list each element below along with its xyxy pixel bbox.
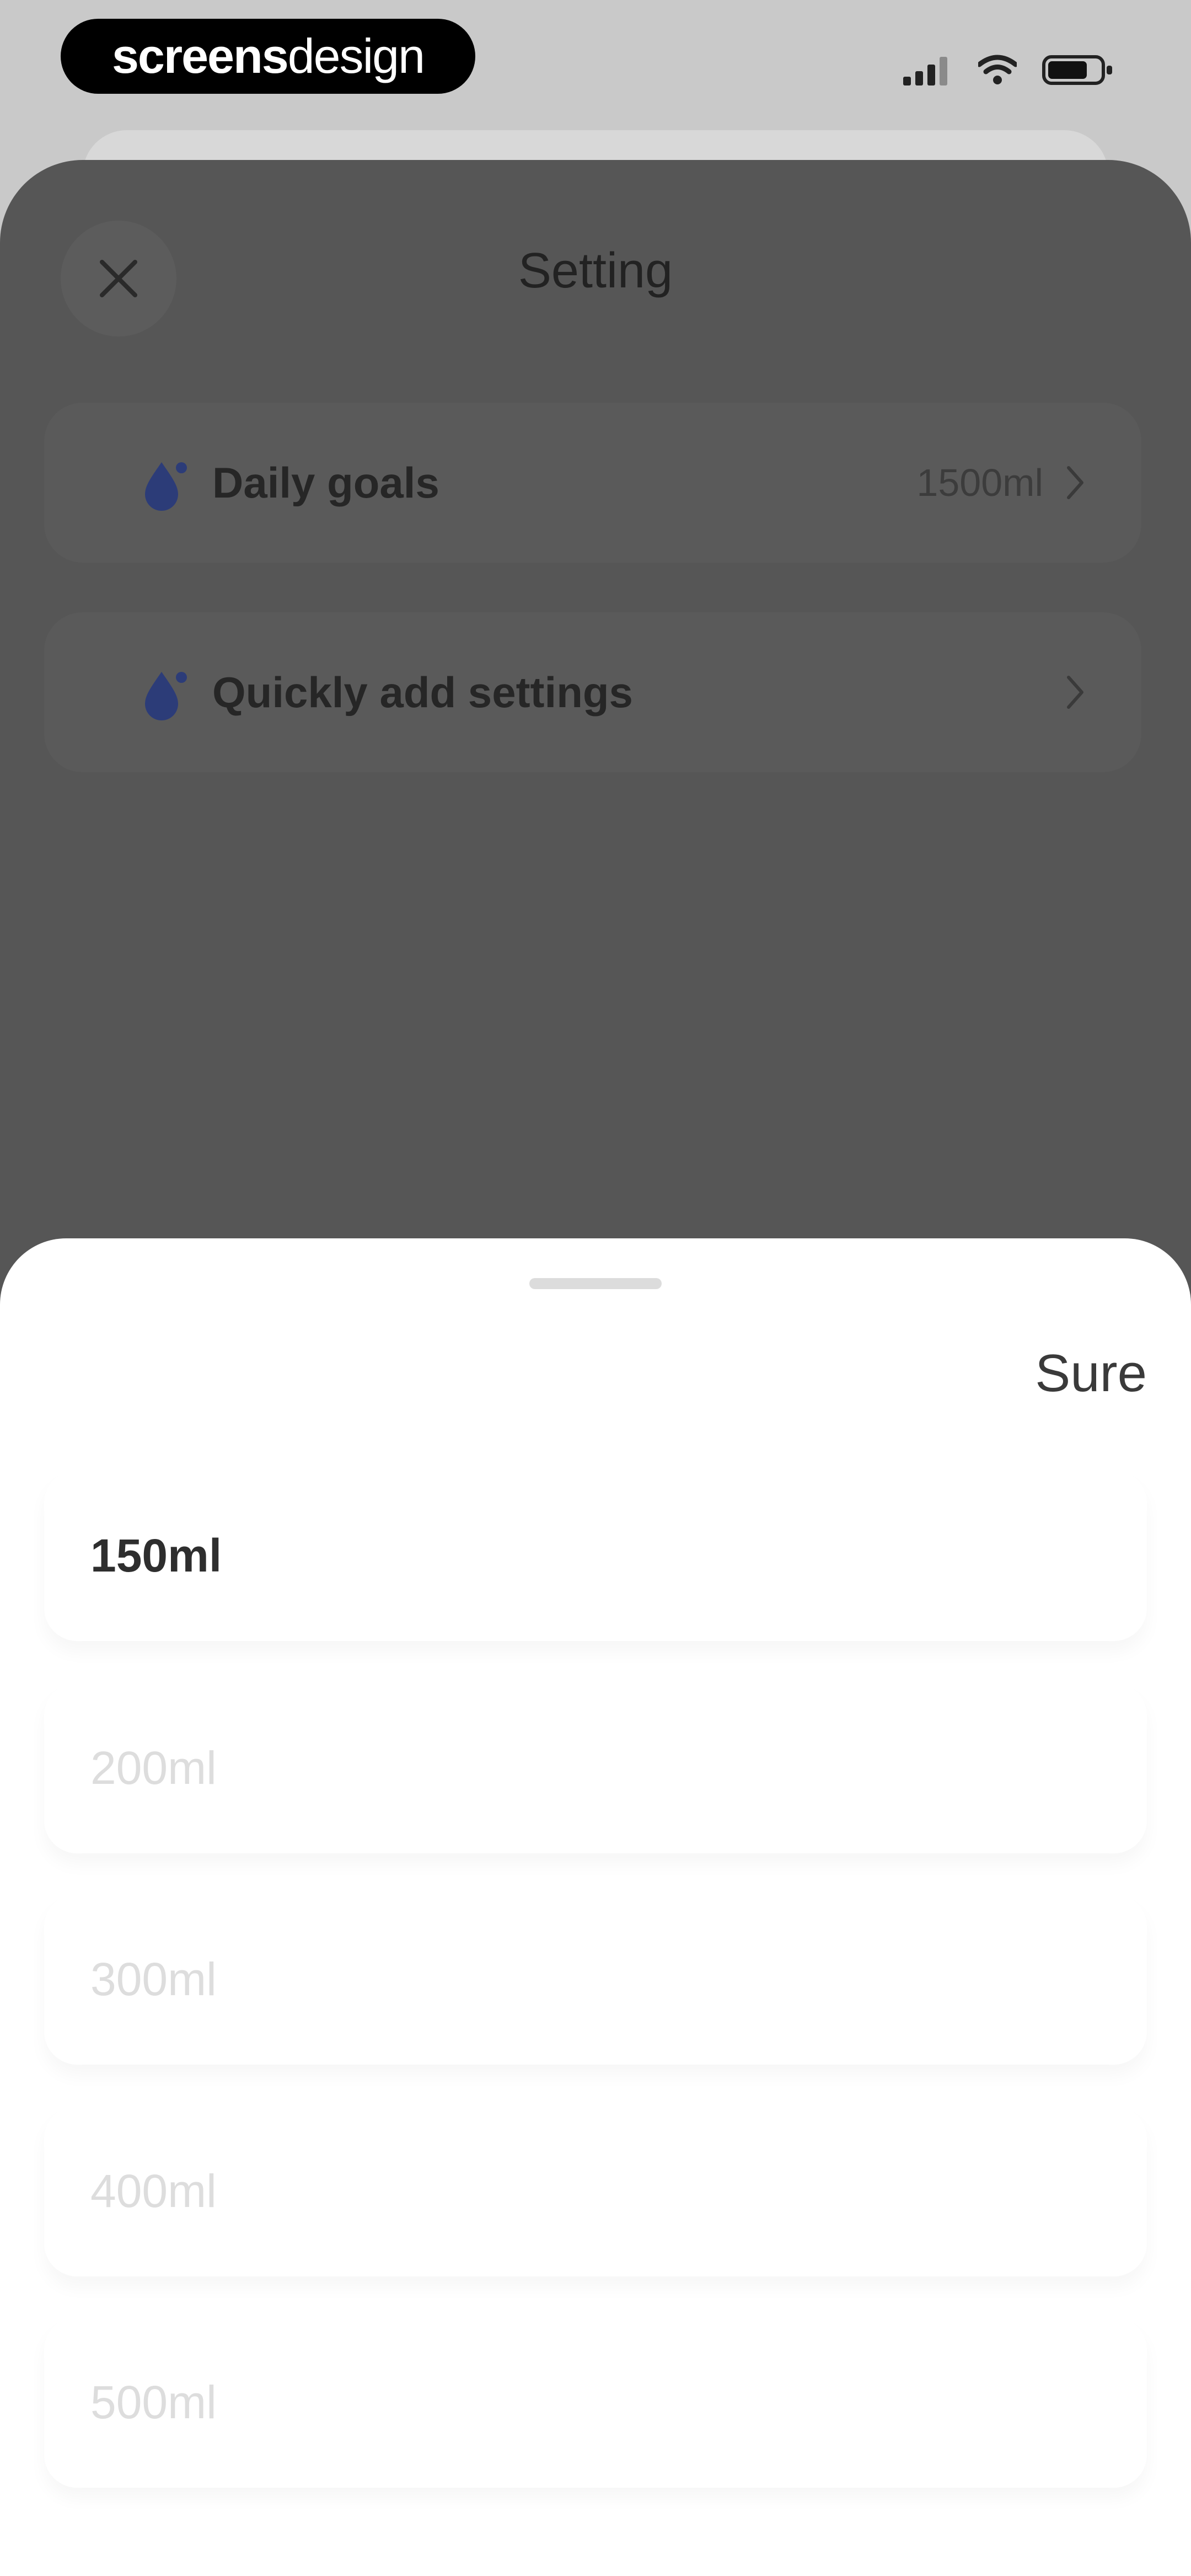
daily-goals-value: 1500ml bbox=[916, 461, 1043, 504]
water-drop-icon bbox=[145, 462, 187, 511]
status-icons bbox=[903, 51, 1114, 89]
sheet-grab-handle[interactable] bbox=[529, 1278, 662, 1289]
quick-add-label: Quickly add settings bbox=[212, 667, 633, 717]
setting-row-daily-goals[interactable]: Daily goals 1500ml bbox=[44, 403, 1141, 563]
water-drop-icon bbox=[145, 672, 187, 720]
chevron-right-icon bbox=[1067, 676, 1083, 709]
picker-option[interactable]: 300ml bbox=[44, 1894, 1147, 2065]
setting-row-quick-add[interactable]: Quickly add settings bbox=[44, 612, 1141, 772]
battery-icon bbox=[1042, 55, 1112, 85]
page-title: Setting bbox=[518, 243, 673, 298]
picker-option[interactable]: 150ml bbox=[44, 1470, 1147, 1641]
signal-icon bbox=[903, 57, 947, 85]
picker-option[interactable]: 500ml bbox=[44, 2317, 1147, 2488]
brand-badge: screens design bbox=[61, 19, 475, 94]
wifi-icon bbox=[978, 55, 1017, 84]
status-bar: screens design bbox=[0, 0, 1191, 132]
daily-goals-label: Daily goals bbox=[212, 458, 439, 507]
brand-text-light: design bbox=[287, 29, 425, 83]
volume-picker-sheet: Sure 150ml 200ml 300ml 400ml 500ml bbox=[0, 1238, 1191, 2576]
picker-option[interactable]: 400ml bbox=[44, 2105, 1147, 2276]
brand-text-bold: screens bbox=[111, 29, 289, 83]
sure-button[interactable]: Sure bbox=[1035, 1343, 1147, 1404]
chevron-right-icon bbox=[1067, 466, 1083, 499]
picker-option[interactable]: 200ml bbox=[44, 1682, 1147, 1853]
